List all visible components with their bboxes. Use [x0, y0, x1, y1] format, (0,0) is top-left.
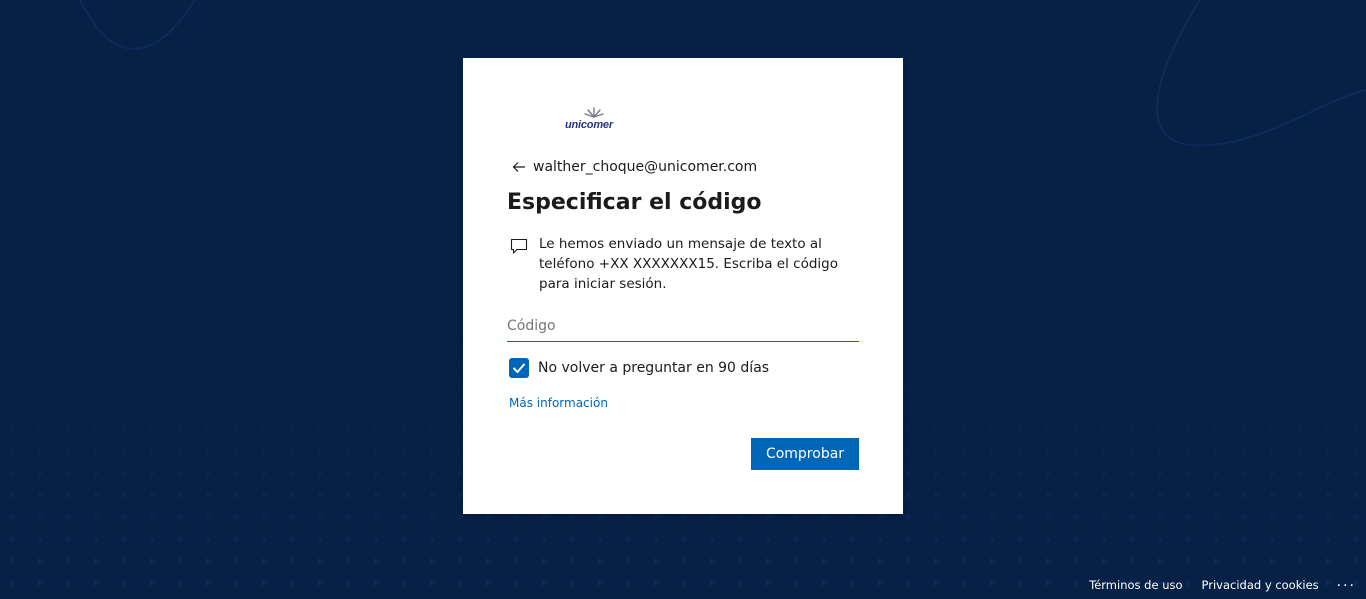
company-logo: unicomer	[563, 106, 621, 134]
remember-label: No volver a preguntar en 90 días	[538, 360, 770, 376]
more-info-link[interactable]: Más información	[509, 396, 608, 410]
sign-in-card: unicomer walther_choque@unicomer.com Esp…	[463, 58, 903, 514]
message-bubble-icon	[510, 238, 528, 254]
back-arrow-icon[interactable]	[511, 159, 527, 175]
privacy-link[interactable]: Privacidad y cookies	[1202, 578, 1319, 592]
code-input[interactable]	[507, 311, 859, 342]
logo-text: unicomer	[565, 119, 613, 131]
footer: Términos de uso Privacidad y cookies ...	[1070, 571, 1366, 599]
remember-option[interactable]: No volver a preguntar en 90 días	[509, 358, 769, 378]
terms-link[interactable]: Términos de uso	[1089, 578, 1182, 592]
message-text: Le hemos enviado un mensaje de texto al …	[539, 236, 838, 292]
checkmark-icon	[513, 363, 525, 373]
account-email: walther_choque@unicomer.com	[533, 159, 758, 175]
verify-button[interactable]: Comprobar	[751, 438, 859, 470]
more-options-button[interactable]: ...	[1337, 575, 1356, 593]
sun-logo-icon	[584, 107, 604, 118]
remember-checkbox[interactable]	[509, 358, 529, 378]
identity-banner: walther_choque@unicomer.com	[511, 157, 757, 177]
page-title: Especificar el código	[507, 190, 762, 215]
sms-message: Le hemos enviado un mensaje de texto al …	[509, 234, 849, 294]
